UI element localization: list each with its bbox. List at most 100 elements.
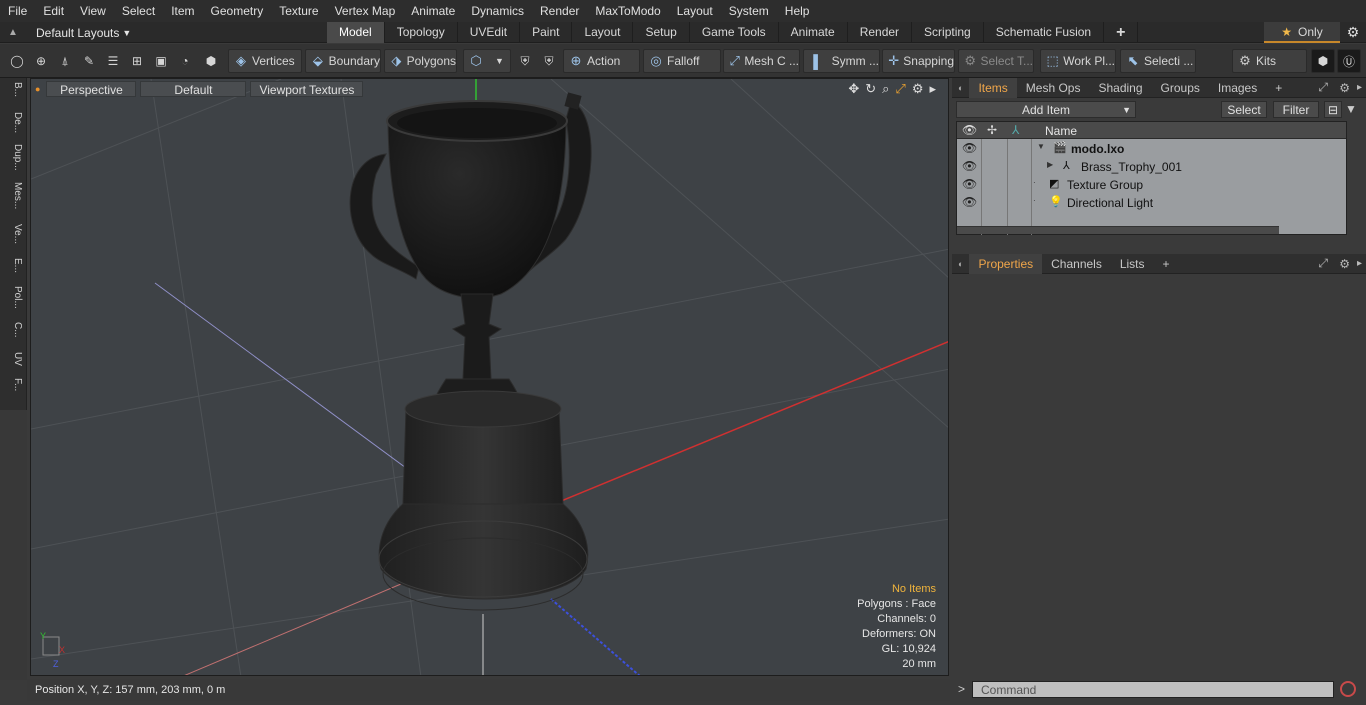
- align-icon[interactable]: ☰: [102, 49, 124, 73]
- funnel-icon[interactable]: ▼: [1345, 102, 1363, 116]
- menu-render[interactable]: Render: [532, 0, 587, 22]
- item-mode-icon[interactable]: ⬢: [200, 49, 222, 73]
- unreal-icon[interactable]: Ⓤ: [1337, 49, 1361, 73]
- panel-gear-icon[interactable]: ⚙: [1339, 257, 1350, 271]
- snap-shield-icon[interactable]: ⛨: [514, 49, 536, 73]
- list-item[interactable]: 👁 ▼ 🎬 modo.lxo: [957, 140, 1346, 158]
- polygons-button[interactable]: ⬗ Polygons: [384, 49, 457, 73]
- menu-texture[interactable]: Texture: [271, 0, 326, 22]
- symmetry-button[interactable]: ▐ Symm ...: [803, 49, 880, 73]
- kits-button[interactable]: ⚙ Kits: [1232, 49, 1307, 73]
- tab-shading[interactable]: Shading: [1089, 78, 1151, 98]
- menu-select[interactable]: Select: [114, 0, 163, 22]
- panel-menu-icon[interactable]: ◐: [952, 83, 969, 93]
- gear-icon[interactable]: ⚙: [1340, 22, 1366, 43]
- visibility-eye-icon[interactable]: 👁: [962, 195, 977, 209]
- record-icon[interactable]: [1340, 681, 1356, 697]
- center-icon[interactable]: ⊞: [126, 49, 148, 73]
- expand-arrow-icon[interactable]: ▶: [1047, 160, 1053, 169]
- 3d-viewport[interactable]: Y X Z ● Perspective Default Viewport Tex…: [30, 78, 949, 676]
- brush-icon[interactable]: ✎: [78, 49, 100, 73]
- tab-images[interactable]: Images: [1209, 78, 1266, 98]
- tab-layout[interactable]: Layout: [572, 22, 634, 43]
- visibility-eye-icon[interactable]: 👁: [962, 177, 977, 191]
- only-toggle[interactable]: ★ Only: [1264, 22, 1340, 43]
- menu-help[interactable]: Help: [777, 0, 818, 22]
- list-item[interactable]: 👁 ▶ ⅄ Brass_Trophy_001: [957, 158, 1346, 176]
- element-icon[interactable]: ◔: [174, 49, 196, 73]
- left-tab-3[interactable]: Mes...: [3, 182, 23, 209]
- expand-arrow-icon[interactable]: ·: [1033, 196, 1036, 205]
- tab-setup[interactable]: Setup: [633, 22, 690, 43]
- rotate-view-icon[interactable]: ↻: [865, 81, 876, 97]
- menu-layout[interactable]: Layout: [669, 0, 721, 22]
- snapping-button[interactable]: ✛ Snapping: [882, 49, 955, 73]
- left-tab-4[interactable]: Ve...: [3, 224, 23, 244]
- visibility-eye-icon[interactable]: 👁: [962, 159, 977, 173]
- visibility-header-icon[interactable]: 👁: [962, 123, 977, 137]
- menu-edit[interactable]: Edit: [35, 0, 72, 22]
- left-tab-0[interactable]: B...: [3, 82, 23, 97]
- viewport-menu-dot-icon[interactable]: ●: [35, 84, 40, 94]
- add-tab-button[interactable]: +: [1104, 22, 1139, 43]
- viewport-textures-button[interactable]: Viewport Textures: [250, 81, 364, 97]
- collapse-icon[interactable]: ▲: [4, 27, 22, 38]
- tab-paint[interactable]: Paint: [520, 22, 573, 43]
- tab-lists[interactable]: Lists: [1111, 254, 1154, 274]
- tab-render[interactable]: Render: [848, 22, 913, 43]
- collapse-arrow-icon[interactable]: ▼: [1037, 142, 1045, 151]
- action-button[interactable]: ⊕ Action: [563, 49, 640, 73]
- menu-vertex-map[interactable]: Vertex Map: [327, 0, 404, 22]
- menu-system[interactable]: System: [721, 0, 777, 22]
- falloff-button[interactable]: ◎ Falloff: [643, 49, 721, 73]
- menu-item[interactable]: Item: [163, 0, 202, 22]
- menu-file[interactable]: File: [0, 0, 35, 22]
- tab-mesh-ops[interactable]: Mesh Ops: [1017, 78, 1090, 98]
- selection-sets-button[interactable]: ⬉ Selecti ...: [1120, 49, 1196, 73]
- layout-selector[interactable]: ▲ Default Layouts ▼: [4, 22, 131, 43]
- menu-maxtomodo[interactable]: MaxToModo: [587, 0, 668, 22]
- add-panel-tab-button[interactable]: +: [1266, 78, 1291, 98]
- vertex-pen-icon[interactable]: ⍋: [54, 49, 76, 73]
- mesh-constraint-button[interactable]: ⤢ Mesh C ...: [723, 49, 800, 73]
- select-button[interactable]: Select: [1221, 100, 1267, 118]
- popout-icon[interactable]: ⤢: [1318, 256, 1328, 271]
- tab-properties[interactable]: Properties: [969, 253, 1043, 274]
- left-tab-2[interactable]: Dup...: [3, 144, 23, 171]
- command-input[interactable]: Command: [972, 680, 1334, 698]
- move-view-icon[interactable]: ✥: [848, 81, 859, 97]
- material-dropdown[interactable]: ⬡ ▼: [463, 49, 511, 73]
- add-panel-tab-button[interactable]: +: [1154, 254, 1179, 274]
- left-tab-5[interactable]: E...: [3, 258, 23, 273]
- tab-items[interactable]: Items: [969, 77, 1017, 98]
- work-plane-button[interactable]: ⬚ Work Pl...: [1040, 49, 1116, 73]
- left-tab-6[interactable]: Pol...: [3, 286, 23, 309]
- unity-icon[interactable]: ⬢: [1311, 49, 1335, 73]
- symmetry-shield-icon[interactable]: ⛨: [538, 49, 560, 73]
- left-tab-1[interactable]: De...: [3, 112, 23, 133]
- globe-icon[interactable]: ⊕: [30, 49, 52, 73]
- popout-icon[interactable]: ⤢: [1318, 80, 1328, 95]
- panel-menu-icon[interactable]: ◐: [952, 259, 969, 269]
- add-item-button[interactable]: Add Item ▼: [956, 100, 1136, 118]
- type-header-icon[interactable]: ⅄: [1012, 123, 1019, 137]
- tab-channels[interactable]: Channels: [1042, 254, 1111, 274]
- expand-arrow-icon[interactable]: ·: [1033, 178, 1036, 187]
- viewport-settings-icon[interactable]: ⚙: [912, 81, 924, 97]
- perspective-button[interactable]: Perspective: [46, 81, 137, 97]
- tab-schematic-fusion[interactable]: Schematic Fusion: [984, 22, 1105, 43]
- tab-model[interactable]: Model: [327, 22, 385, 43]
- menu-geometry[interactable]: Geometry: [203, 0, 272, 22]
- panel-gear-icon[interactable]: ⚙: [1339, 81, 1350, 95]
- menu-view[interactable]: View: [72, 0, 114, 22]
- zoom-view-icon[interactable]: ⌕: [882, 81, 889, 97]
- vertices-button[interactable]: ◈ Vertices: [228, 49, 302, 73]
- tab-uvedit[interactable]: UVEdit: [458, 22, 521, 43]
- menu-animate[interactable]: Animate: [403, 0, 463, 22]
- select-through-button[interactable]: ⚙ Select T...: [958, 49, 1034, 73]
- tab-topology[interactable]: Topology: [385, 22, 458, 43]
- circle-select-icon[interactable]: ◯: [6, 49, 28, 73]
- pivot-icon[interactable]: ▣: [150, 49, 172, 73]
- expand-arrow-icon[interactable]: ▸: [929, 81, 936, 97]
- lock-header-icon[interactable]: ✢: [987, 123, 997, 137]
